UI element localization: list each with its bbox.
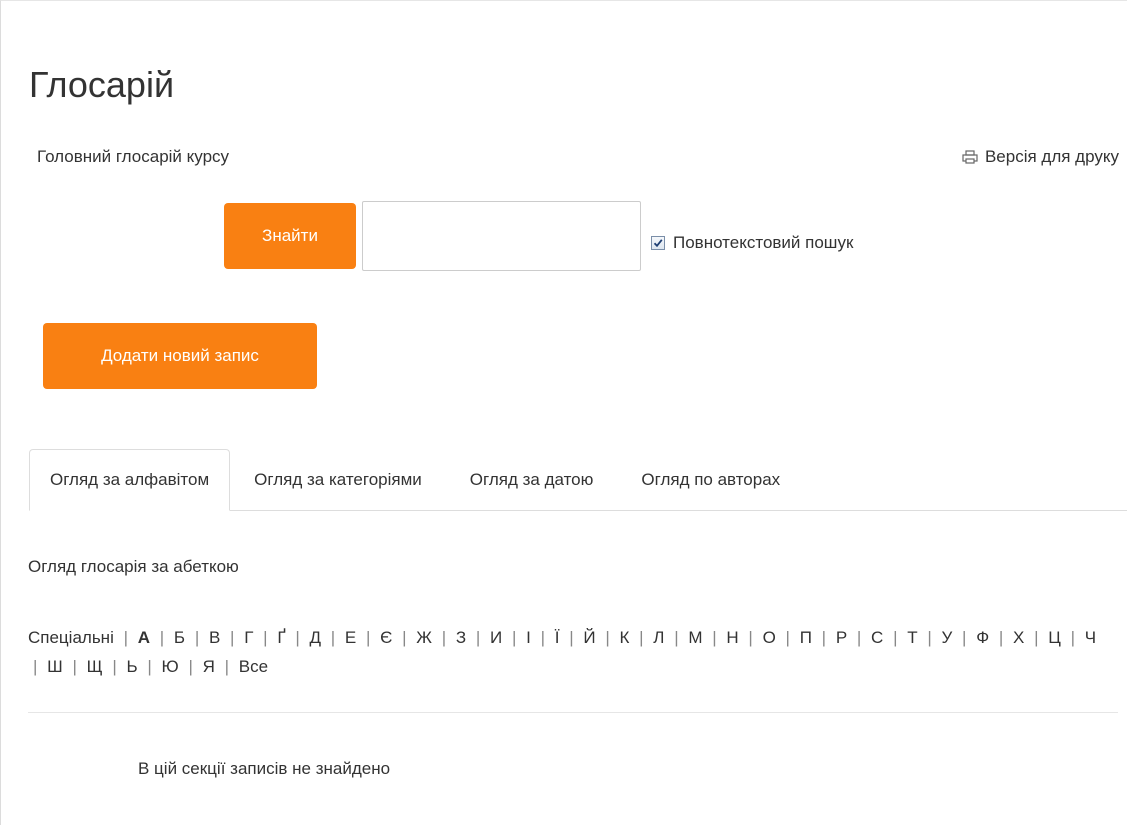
alphabet-separator: | — [893, 628, 898, 647]
alphabet-separator: | — [194, 628, 200, 647]
alphabet-letter[interactable]: Ч — [1085, 628, 1096, 647]
alphabet-separator: | — [159, 628, 165, 647]
alphabet-letter[interactable]: С — [871, 628, 883, 647]
tab-alphabet[interactable]: Огляд за алфавітом — [29, 449, 231, 511]
tab-categories[interactable]: Огляд за категоріями — [230, 449, 446, 510]
alphabet-separator: | — [511, 628, 517, 647]
alphabet-letter[interactable]: Спеціальні — [28, 628, 114, 647]
alphabet-separator: | — [569, 628, 574, 647]
alphabet-separator: | — [112, 657, 117, 676]
alphabet-letter[interactable]: Р — [836, 628, 847, 647]
alphabet-letter[interactable]: М — [688, 628, 702, 647]
fulltext-checkbox[interactable] — [651, 236, 665, 250]
alphabet-separator: | — [475, 628, 481, 647]
alphabet-separator: | — [33, 657, 38, 676]
empty-message: В цій секції записів не знайдено — [138, 759, 391, 778]
browse-tabs: Огляд за алфавітом Огляд за категоріями … — [29, 449, 1127, 511]
alphabet-letter[interactable]: Т — [907, 628, 917, 647]
alphabet-letter[interactable]: Ш — [47, 657, 63, 676]
alphabet-separator: | — [1034, 628, 1039, 647]
tab-authors[interactable]: Огляд по авторах — [617, 449, 804, 510]
alphabet-separator: | — [72, 657, 77, 676]
alphabet-letter[interactable]: З — [456, 628, 466, 647]
alphabet-letter[interactable]: Д — [310, 628, 322, 647]
alphabet-separator: | — [962, 628, 967, 647]
page-frame: Глосарій Головний глосарій курсу Версія … — [0, 0, 1127, 825]
alphabet-letter[interactable]: Є — [380, 628, 392, 647]
alphabet-separator: | — [188, 657, 193, 676]
alphabet-separator: | — [785, 628, 790, 647]
alphabet-separator: | — [366, 628, 371, 647]
alphabet-letter[interactable]: Ї — [555, 628, 560, 647]
alphabet-separator: | — [147, 657, 152, 676]
divider — [28, 712, 1118, 713]
alphabet-separator: | — [712, 628, 717, 647]
alphabet-letter[interactable]: П — [800, 628, 812, 647]
alphabet-letter[interactable]: У — [942, 628, 953, 647]
alphabet-letter[interactable]: І — [526, 628, 531, 647]
alphabet-separator: | — [230, 628, 235, 647]
add-entry-button[interactable]: Додати новий запис — [43, 323, 317, 389]
print-version-link[interactable]: Версія для друку — [962, 147, 1119, 167]
alphabet-letter[interactable]: Н — [726, 628, 738, 647]
alphabet-separator: | — [927, 628, 932, 647]
browse-section-label: Огляд глосарія за абеткою — [28, 557, 239, 576]
alphabet-separator: | — [821, 628, 827, 647]
alphabet-letter[interactable]: О — [763, 628, 776, 647]
page-title: Глосарій — [29, 64, 175, 105]
alphabet-separator: | — [402, 628, 407, 647]
alphabet-letter[interactable]: Ц — [1048, 628, 1061, 647]
alphabet-letter[interactable]: Все — [239, 657, 268, 676]
alphabet-letter[interactable]: Ь — [126, 657, 137, 676]
fulltext-search-option[interactable]: Повнотекстовий пошук — [651, 233, 853, 253]
alphabet-separator: | — [674, 628, 679, 647]
alphabet-letter[interactable]: Ґ — [277, 628, 285, 647]
alphabet-letter[interactable]: Ю — [162, 657, 179, 676]
checkmark-icon — [653, 239, 663, 248]
search-input[interactable] — [362, 201, 641, 271]
alphabet-letter[interactable]: Ф — [976, 628, 989, 647]
alphabet-separator: | — [123, 628, 129, 647]
alphabet-letter[interactable]: Щ — [87, 657, 103, 676]
alphabet-letter[interactable]: И — [490, 628, 502, 647]
alphabet-separator: | — [224, 657, 230, 676]
alphabet-separator: | — [295, 628, 300, 647]
tab-date[interactable]: Огляд за датою — [446, 449, 618, 510]
alphabet-letter[interactable]: К — [620, 628, 630, 647]
alphabet-separator: | — [330, 628, 336, 647]
alphabet-letter[interactable]: Я — [203, 657, 215, 676]
alphabet-letter[interactable]: Ж — [416, 628, 432, 647]
alphabet-separator: | — [748, 628, 753, 647]
alphabet-index: Спеціальні | А | Б | В | Г | Ґ | Д | Е |… — [28, 623, 1113, 681]
alphabet-letter[interactable]: Х — [1013, 628, 1024, 647]
alphabet-letter[interactable]: Й — [583, 628, 595, 647]
alphabet-separator: | — [1070, 628, 1075, 647]
alphabet-separator: | — [639, 628, 644, 647]
alphabet-separator: | — [263, 628, 268, 647]
alphabet-letter[interactable]: Г — [244, 628, 253, 647]
alphabet-letter[interactable]: Б — [174, 628, 185, 647]
alphabet-separator: | — [856, 628, 862, 647]
search-button[interactable]: Знайти — [224, 203, 356, 269]
alphabet-separator: | — [605, 628, 610, 647]
glossary-subtitle: Головний глосарій курсу — [37, 147, 230, 166]
alphabet-letter[interactable]: Л — [653, 628, 664, 647]
alphabet-separator: | — [540, 628, 546, 647]
printer-icon — [962, 150, 978, 164]
alphabet-letter[interactable]: Е — [345, 628, 356, 647]
alphabet-letter: А — [137, 628, 151, 647]
print-version-label: Версія для друку — [984, 147, 1119, 166]
alphabet-separator: | — [441, 628, 447, 647]
fulltext-label: Повнотекстовий пошук — [673, 233, 854, 252]
alphabet-separator: | — [998, 628, 1004, 647]
alphabet-letter[interactable]: В — [209, 628, 220, 647]
